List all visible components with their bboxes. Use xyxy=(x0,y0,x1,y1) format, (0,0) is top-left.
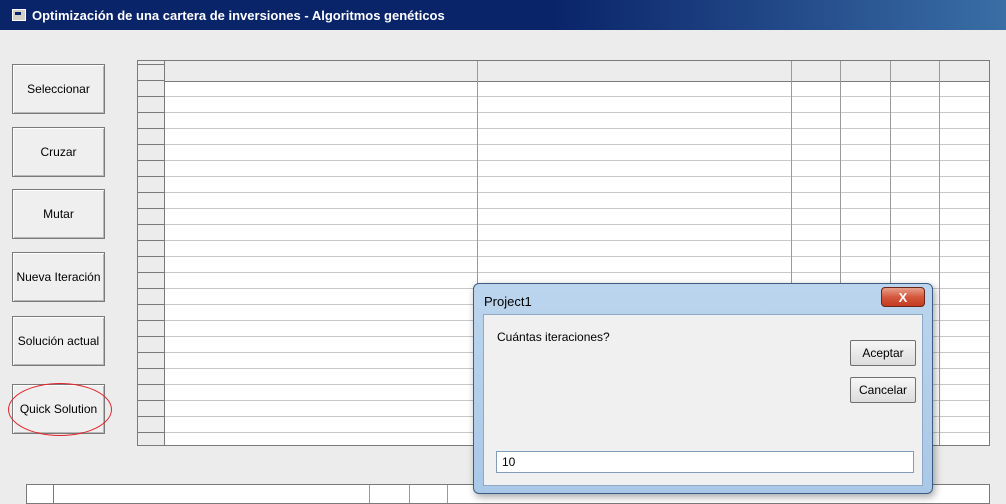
grid-column-divider xyxy=(53,485,54,503)
dialog-body: Cuántas iteraciones? Aceptar Cancelar 10 xyxy=(483,314,923,486)
new-iteration-button[interactable]: Nueva Iteración xyxy=(12,252,105,302)
dialog-title: Project1 xyxy=(484,294,532,309)
cancel-button[interactable]: Cancelar xyxy=(850,377,916,403)
grid-column-divider xyxy=(409,485,410,503)
grid-column-divider xyxy=(369,485,370,503)
app-window-icon[interactable] xyxy=(12,9,26,21)
grid-column-divider xyxy=(939,61,940,445)
window-title: Optimización de una cartera de inversion… xyxy=(32,7,445,23)
iterations-input[interactable]: 10 xyxy=(496,451,914,473)
grid-header-row xyxy=(138,61,989,82)
close-icon[interactable]: X xyxy=(881,287,925,307)
ok-button[interactable]: Aceptar xyxy=(850,340,916,366)
cross-button[interactable]: Cruzar xyxy=(12,127,105,177)
current-solution-button[interactable]: Solución actual xyxy=(12,316,105,366)
quick-solution-button[interactable]: Quick Solution xyxy=(12,384,105,434)
grid-row-headers xyxy=(138,61,165,445)
input-dialog: Project1 X Cuántas iteraciones? Aceptar … xyxy=(473,283,933,494)
select-button[interactable]: Seleccionar xyxy=(12,64,105,114)
window-titlebar: Optimización de una cartera de inversion… xyxy=(0,0,1006,30)
grid-column-divider xyxy=(447,485,448,503)
dialog-prompt: Cuántas iteraciones? xyxy=(497,330,610,344)
mutate-button[interactable]: Mutar xyxy=(12,189,105,239)
